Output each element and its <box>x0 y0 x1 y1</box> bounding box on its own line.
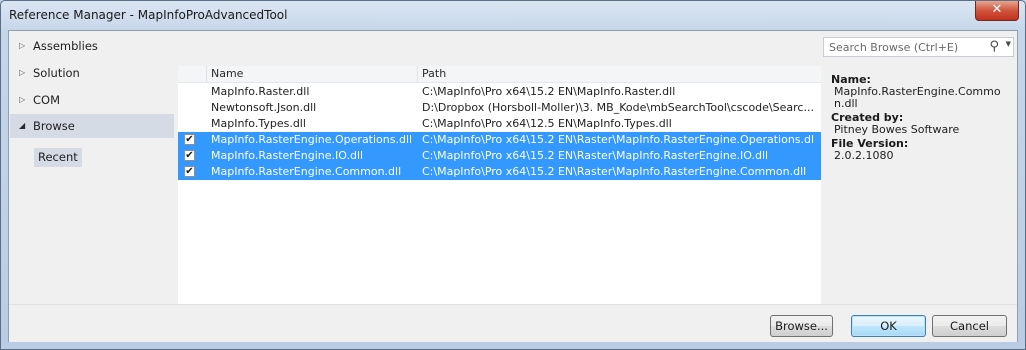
detail-name-value: MapInfo.RasterEngine.Common.dll <box>834 85 1001 110</box>
search-icon[interactable]: ⚲ <box>989 39 999 54</box>
reference-path: C:\MapInfo\Pro x64\15.2 EN\Raster\MapInf… <box>422 133 815 146</box>
expand-arrow-icon[interactable]: ▷ <box>19 61 25 85</box>
nav-item-label: Assemblies <box>33 39 98 53</box>
reference-name: Newtonsoft.Json.dll <box>211 101 317 114</box>
reference-name: MapInfo.RasterEngine.Common.dll <box>211 165 402 178</box>
table-row[interactable]: ✔ MapInfo.RasterEngine.IO.dll C:\MapInfo… <box>178 148 821 164</box>
nav-item-recent[interactable]: Recent <box>34 148 82 167</box>
reference-path: C:\MapInfo\Pro x64\15.2 EN\MapInfo.Raste… <box>422 85 676 98</box>
nav-item-assemblies[interactable]: ▷ Assemblies <box>10 34 174 58</box>
search-box[interactable]: ⚲ ▼ <box>823 37 1014 57</box>
reference-name: MapInfo.Types.dll <box>211 117 306 130</box>
table-row[interactable]: MapInfo.Types.dll C:\MapInfo\Pro x64\12.… <box>178 116 821 132</box>
list-header: Name Path <box>178 66 821 83</box>
table-row[interactable]: MapInfo.Raster.dll C:\MapInfo\Pro x64\15… <box>178 84 821 100</box>
button-bar: Browse... OK Cancel <box>9 304 1017 342</box>
reference-path: D:\Dropbox (Horsboll-Moller)\3. MB_Kode\… <box>422 101 814 114</box>
nav-item-solution[interactable]: ▷ Solution <box>10 61 174 85</box>
reference-category-nav: ▷ Assemblies ▷ Solution ▷ COM ◢ Browse R… <box>10 32 176 301</box>
include-checkbox[interactable]: ✔ <box>184 134 195 145</box>
ok-button[interactable]: OK <box>851 315 926 337</box>
title-bar[interactable]: Reference Manager - MapInfoProAdvancedTo… <box>1 1 1025 29</box>
close-icon[interactable]: ✕ <box>975 1 1019 21</box>
expand-arrow-icon[interactable]: ▷ <box>19 34 25 58</box>
nav-item-browse[interactable]: ◢ Browse <box>10 114 174 138</box>
reference-path: C:\MapInfo\Pro x64\15.2 EN\Raster\MapInf… <box>422 149 769 162</box>
search-input[interactable] <box>824 38 994 56</box>
column-header-path[interactable]: Path <box>417 66 821 82</box>
reference-list: Name Path MapInfo.Raster.dll C:\MapInfo\… <box>178 66 821 304</box>
table-row[interactable]: Newtonsoft.Json.dll D:\Dropbox (Horsboll… <box>178 100 821 116</box>
reference-manager-window: Reference Manager - MapInfoProAdvancedTo… <box>0 0 1026 350</box>
collapse-arrow-icon[interactable]: ◢ <box>19 114 25 138</box>
reference-path: C:\MapInfo\Pro x64\12.5 EN\MapInfo.Types… <box>422 117 672 130</box>
reference-path: C:\MapInfo\Pro x64\15.2 EN\Raster\MapInf… <box>422 165 807 178</box>
details-panel: Name: MapInfo.RasterEngine.Common.dll Cr… <box>831 74 1011 164</box>
nav-item-label: Browse <box>33 119 75 133</box>
table-row[interactable]: ✔ MapInfo.RasterEngine.Operations.dll C:… <box>178 132 821 148</box>
window-title: Reference Manager - MapInfoProAdvancedTo… <box>9 8 288 22</box>
reference-name: MapInfo.RasterEngine.Operations.dll <box>211 133 413 146</box>
dialog-client-area: ▷ Assemblies ▷ Solution ▷ COM ◢ Browse R… <box>8 30 1018 342</box>
cancel-button[interactable]: Cancel <box>932 315 1007 337</box>
table-row[interactable]: ✔ MapInfo.RasterEngine.Common.dll C:\Map… <box>178 164 821 180</box>
detail-version-value: 2.0.2.1080 <box>834 149 894 162</box>
detail-created-value: Pitney Bowes Software <box>834 123 960 136</box>
nav-item-label: Solution <box>33 66 80 80</box>
reference-name: MapInfo.Raster.dll <box>211 85 310 98</box>
browse-button[interactable]: Browse... <box>770 315 833 337</box>
column-header-name[interactable]: Name <box>206 66 417 82</box>
nav-item-com[interactable]: ▷ COM <box>10 88 174 112</box>
include-checkbox[interactable]: ✔ <box>184 150 195 161</box>
search-options-dropdown-icon[interactable]: ▼ <box>1006 40 1011 48</box>
include-checkbox[interactable]: ✔ <box>184 166 195 177</box>
reference-name: MapInfo.RasterEngine.IO.dll <box>211 149 364 162</box>
column-header-check[interactable] <box>178 66 206 82</box>
expand-arrow-icon[interactable]: ▷ <box>19 88 25 112</box>
nav-item-label: COM <box>33 93 61 107</box>
